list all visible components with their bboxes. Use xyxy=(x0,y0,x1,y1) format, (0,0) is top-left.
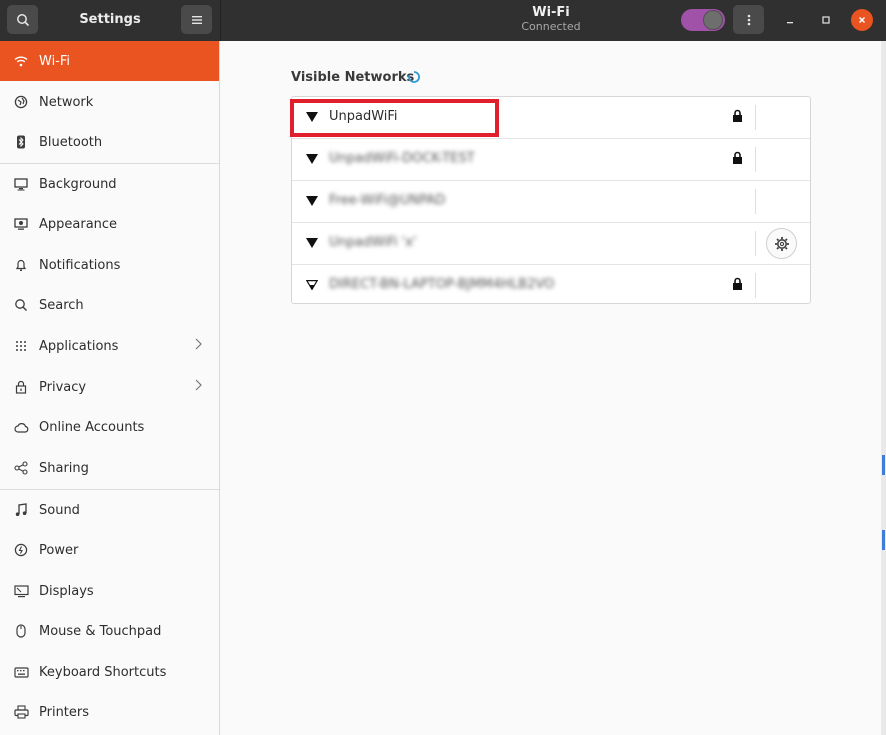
sidebar-item-background[interactable]: Background xyxy=(0,164,219,204)
row-separator xyxy=(755,231,756,256)
close-button[interactable] xyxy=(851,9,873,31)
maximize-icon xyxy=(822,16,830,24)
main-content: Visible Networks UnpadWiFi UnpadWiFi-DOC… xyxy=(221,41,886,735)
cloud-icon xyxy=(13,419,29,435)
edge-marker xyxy=(882,530,885,550)
sidebar-item-displays[interactable]: Displays xyxy=(0,571,219,611)
network-name: UnpadWiFi-DOCK-TEST xyxy=(329,151,475,166)
loading-spinner-icon xyxy=(408,71,420,83)
network-name: UnpadWiFi 'x' xyxy=(329,235,417,250)
sidebar-item-sound[interactable]: Sound xyxy=(0,490,219,530)
minimize-icon xyxy=(787,22,793,24)
wifi-toggle-switch[interactable] xyxy=(681,9,725,31)
hamburger-menu-button[interactable] xyxy=(181,5,212,34)
close-icon xyxy=(858,16,866,24)
wifi-signal-full-icon xyxy=(306,238,318,248)
bluetooth-icon xyxy=(13,134,29,150)
network-row[interactable]: DIRECT-BN-LAPTOP-BJMM4HLB2VO xyxy=(292,265,810,306)
share-icon xyxy=(13,460,29,476)
edge-marker xyxy=(882,455,885,475)
sidebar-item-keyboard-shortcuts[interactable]: Keyboard Shortcuts xyxy=(0,652,219,692)
lock-icon xyxy=(13,379,29,395)
sidebar-item-label: Online Accounts xyxy=(39,419,145,435)
printer-icon xyxy=(13,704,29,720)
sidebar: Wi-Fi Network Bluetooth Background Appea… xyxy=(0,41,220,735)
sidebar-item-label: Notifications xyxy=(39,257,121,273)
more-options-button[interactable] xyxy=(733,5,764,34)
sidebar-item-label: Background xyxy=(39,176,117,192)
hamburger-icon xyxy=(191,15,202,24)
sidebar-item-search[interactable]: Search xyxy=(0,285,219,325)
display-icon xyxy=(13,583,29,599)
row-separator xyxy=(755,147,756,172)
settings-window: Settings Wi-Fi Connected Wi-Fi Network B… xyxy=(0,0,886,735)
music-note-icon xyxy=(13,502,29,518)
chevron-right-icon xyxy=(195,379,202,395)
bell-icon xyxy=(13,257,29,273)
sidebar-item-printers[interactable]: Printers xyxy=(0,692,219,732)
gear-icon xyxy=(774,236,789,251)
sidebar-item-applications[interactable]: Applications xyxy=(0,326,219,366)
wifi-icon xyxy=(13,53,29,69)
row-separator xyxy=(755,105,756,130)
sidebar-header: Settings xyxy=(0,0,220,41)
sidebar-item-online-accounts[interactable]: Online Accounts xyxy=(0,407,219,447)
minimize-button[interactable] xyxy=(779,9,801,31)
window-edge xyxy=(881,41,886,735)
grid-icon xyxy=(13,338,29,354)
lock-icon xyxy=(733,109,742,122)
wifi-signal-weak-icon xyxy=(306,280,318,290)
sidebar-item-label: Printers xyxy=(39,704,90,720)
row-separator xyxy=(755,189,756,214)
wifi-signal-full-icon xyxy=(306,154,318,164)
lock-icon xyxy=(733,277,742,290)
network-row[interactable]: Free-WiFi@UNPAD xyxy=(292,181,810,222)
wifi-signal-full-icon xyxy=(306,196,318,206)
sidebar-item-label: Applications xyxy=(39,338,119,354)
network-icon xyxy=(13,94,29,110)
search-icon xyxy=(13,297,29,313)
maximize-button[interactable] xyxy=(815,9,837,31)
header-bar: Settings Wi-Fi Connected xyxy=(0,0,886,41)
sidebar-item-label: Appearance xyxy=(39,216,118,232)
kebab-menu-icon xyxy=(747,14,750,25)
sidebar-item-power[interactable]: Power xyxy=(0,530,219,570)
appearance-icon xyxy=(13,216,29,232)
keyboard-icon xyxy=(13,664,29,680)
sidebar-item-bluetooth[interactable]: Bluetooth xyxy=(0,122,219,162)
sidebar-item-label: Network xyxy=(39,94,94,110)
sidebar-item-wifi[interactable]: Wi-Fi xyxy=(0,41,219,81)
background-icon xyxy=(13,176,29,192)
network-row-connected[interactable]: UnpadWiFi 'x' xyxy=(292,223,810,264)
sidebar-item-sharing[interactable]: Sharing xyxy=(0,448,219,488)
visible-networks-title: Visible Networks xyxy=(291,70,415,85)
sidebar-item-mouse-touchpad[interactable]: Mouse & Touchpad xyxy=(0,611,219,651)
sidebar-item-label: Privacy xyxy=(39,379,87,395)
sidebar-item-label: Wi-Fi xyxy=(39,53,71,69)
sidebar-item-label: Keyboard Shortcuts xyxy=(39,664,167,680)
network-row[interactable]: UnpadWiFi-DOCK-TEST xyxy=(292,139,810,180)
chevron-right-icon xyxy=(195,338,202,354)
mouse-icon xyxy=(13,623,29,639)
sidebar-item-label: Search xyxy=(39,297,84,313)
highlight-box xyxy=(290,99,499,137)
sidebar-item-label: Mouse & Touchpad xyxy=(39,623,162,639)
sidebar-item-label: Sound xyxy=(39,502,80,518)
network-name: Free-WiFi@UNPAD xyxy=(329,193,446,208)
sidebar-item-appearance[interactable]: Appearance xyxy=(0,204,219,244)
sidebar-item-privacy[interactable]: Privacy xyxy=(0,367,219,407)
network-settings-button[interactable] xyxy=(766,228,797,259)
network-name: DIRECT-BN-LAPTOP-BJMM4HLB2VO xyxy=(329,277,555,292)
power-icon xyxy=(13,542,29,558)
sidebar-item-network[interactable]: Network xyxy=(0,82,219,122)
sidebar-item-label: Displays xyxy=(39,583,94,599)
sidebar-item-label: Bluetooth xyxy=(39,134,103,150)
row-separator xyxy=(755,273,756,298)
toggle-knob xyxy=(703,10,723,30)
sidebar-item-label: Sharing xyxy=(39,460,89,476)
lock-icon xyxy=(733,151,742,164)
sidebar-item-notifications[interactable]: Notifications xyxy=(0,245,219,285)
sidebar-item-label: Power xyxy=(39,542,79,558)
